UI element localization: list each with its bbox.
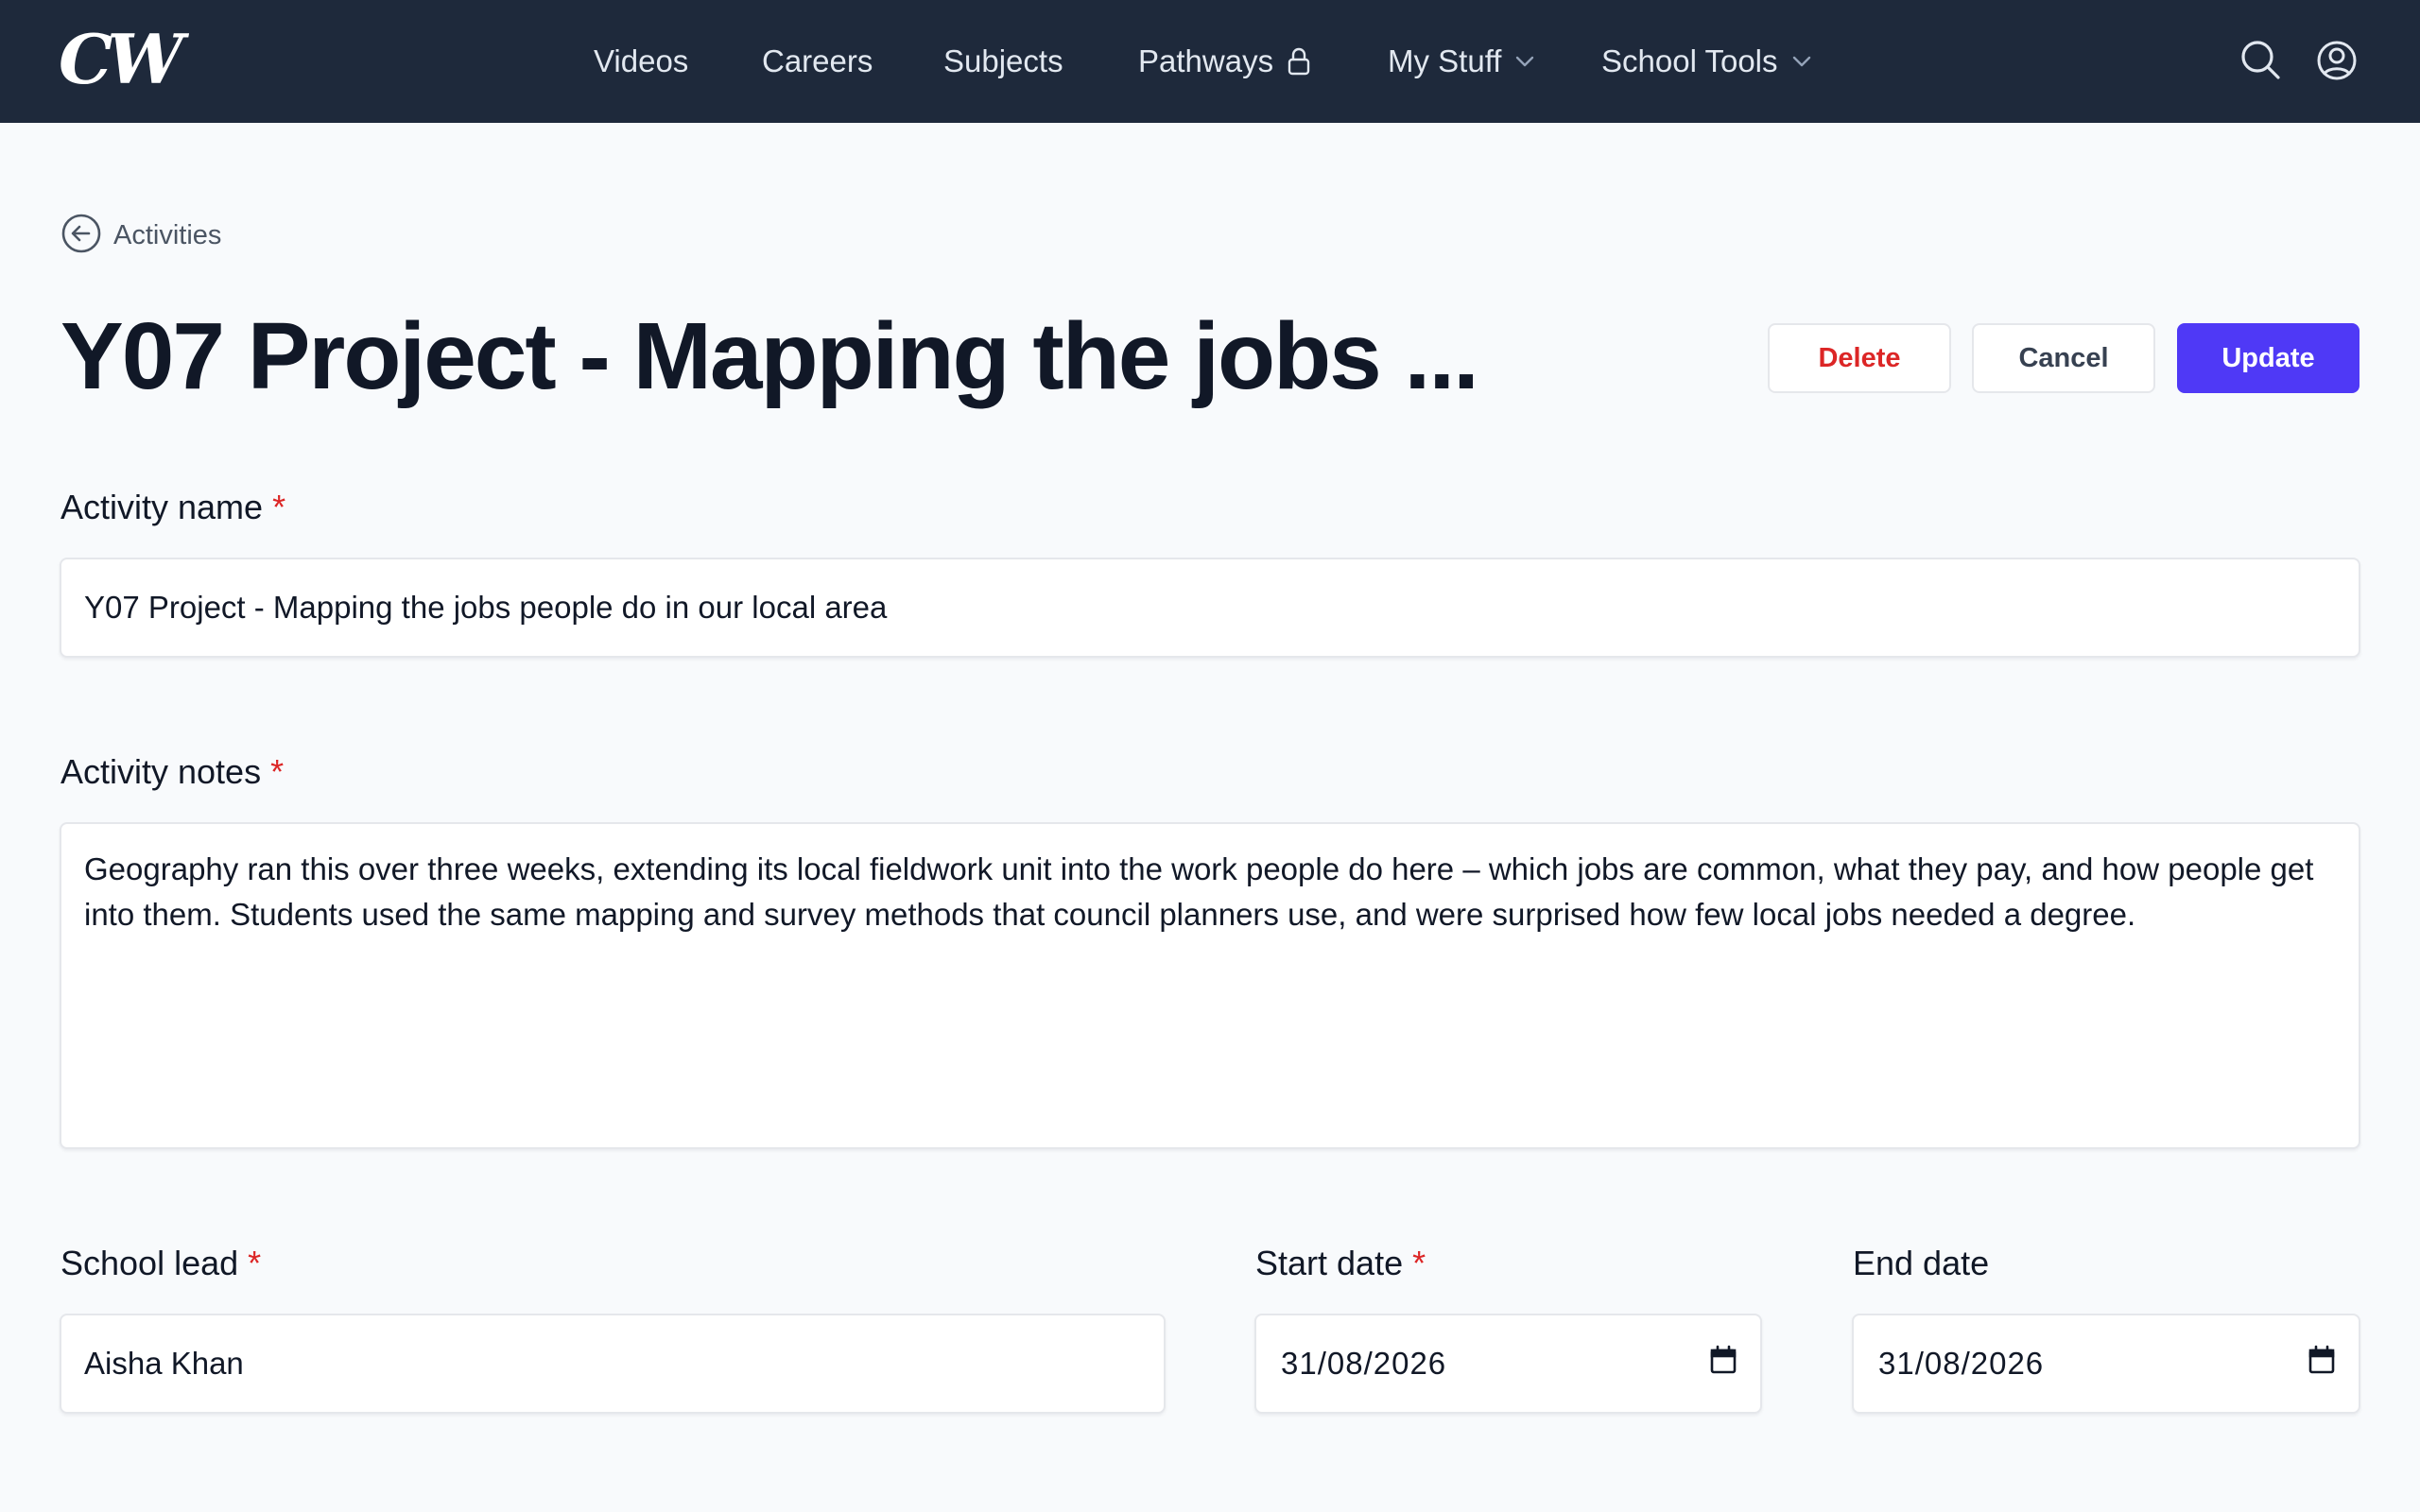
account-icon[interactable] [2314, 36, 2360, 90]
activity-notes-label-text: Activity notes [60, 752, 262, 791]
cancel-button[interactable]: Cancel [1972, 323, 2155, 393]
activity-name-input[interactable]: Y07 Project - Mapping the jobs people do… [60, 558, 2360, 658]
start-date-label-text: Start date [1255, 1244, 1404, 1282]
school-lead-label-text: School lead [60, 1244, 239, 1282]
required-marker: * [270, 752, 285, 791]
site-logo[interactable]: CW [59, 19, 183, 99]
calendar-icon[interactable] [2308, 1345, 2336, 1383]
delete-button[interactable]: Delete [1768, 323, 1951, 393]
top-navigation-bar: CW Videos Careers Subjects Pathways My S… [0, 0, 2420, 123]
nav-item-pathways[interactable]: Pathways [1138, 0, 1311, 123]
activity-name-value: Y07 Project - Mapping the jobs people do… [84, 590, 888, 625]
calendar-icon[interactable] [1709, 1345, 1737, 1383]
start-date-value: 31/08/2026 [1281, 1346, 1447, 1381]
school-lead-value: Aisha Khan [84, 1346, 244, 1381]
nav-item-subjects[interactable]: Subjects [943, 0, 1063, 123]
activity-name-label-text: Activity name [60, 488, 264, 526]
activity-notes-value: Geography ran this over three weeks, ext… [84, 851, 2314, 932]
arrow-left-circle-icon [60, 213, 102, 259]
end-date-label-text: End date [1853, 1244, 1990, 1282]
chevron-down-icon [1791, 55, 1812, 68]
page-title: Y07 Project - Mapping the jobs ... [60, 303, 1479, 409]
search-icon[interactable] [2238, 36, 2284, 90]
nav-item-school-tools[interactable]: School Tools [1601, 0, 1812, 123]
chevron-down-icon [1514, 55, 1535, 68]
required-marker: * [272, 488, 286, 526]
nav-item-label: Pathways [1138, 43, 1274, 78]
nav-item-label: Subjects [943, 43, 1063, 78]
nav-item-label: My Stuff [1388, 43, 1502, 78]
update-button[interactable]: Update [2177, 323, 2360, 393]
back-to-activities-link[interactable]: Activities [60, 214, 221, 257]
nav-item-label: School Tools [1601, 43, 1778, 78]
end-date-value: 31/08/2026 [1878, 1346, 2045, 1381]
back-link-label: Activities [113, 219, 222, 250]
start-date-input[interactable]: 31/08/2026 [1254, 1314, 1762, 1414]
activity-notes-textarea[interactable]: Geography ran this over three weeks, ext… [60, 822, 2360, 1149]
nav-item-label: Careers [762, 43, 873, 78]
nav-item-careers[interactable]: Careers [762, 0, 873, 123]
activity-notes-label: Activity notes * [60, 752, 284, 792]
end-date-label: End date [1853, 1244, 1989, 1283]
required-marker: * [248, 1244, 262, 1282]
required-marker: * [1412, 1244, 1426, 1282]
school-lead-input[interactable]: Aisha Khan [60, 1314, 1166, 1414]
nav-item-my-stuff[interactable]: My Stuff [1388, 0, 1535, 123]
lock-icon [1287, 46, 1311, 77]
start-date-label: Start date * [1255, 1244, 1426, 1283]
logo-text: CW [59, 19, 183, 99]
activity-name-label: Activity name * [60, 488, 285, 527]
nav-item-label: Videos [594, 43, 689, 78]
end-date-input[interactable]: 31/08/2026 [1852, 1314, 2360, 1414]
nav-item-videos[interactable]: Videos [594, 0, 688, 123]
school-lead-label: School lead * [60, 1244, 261, 1283]
